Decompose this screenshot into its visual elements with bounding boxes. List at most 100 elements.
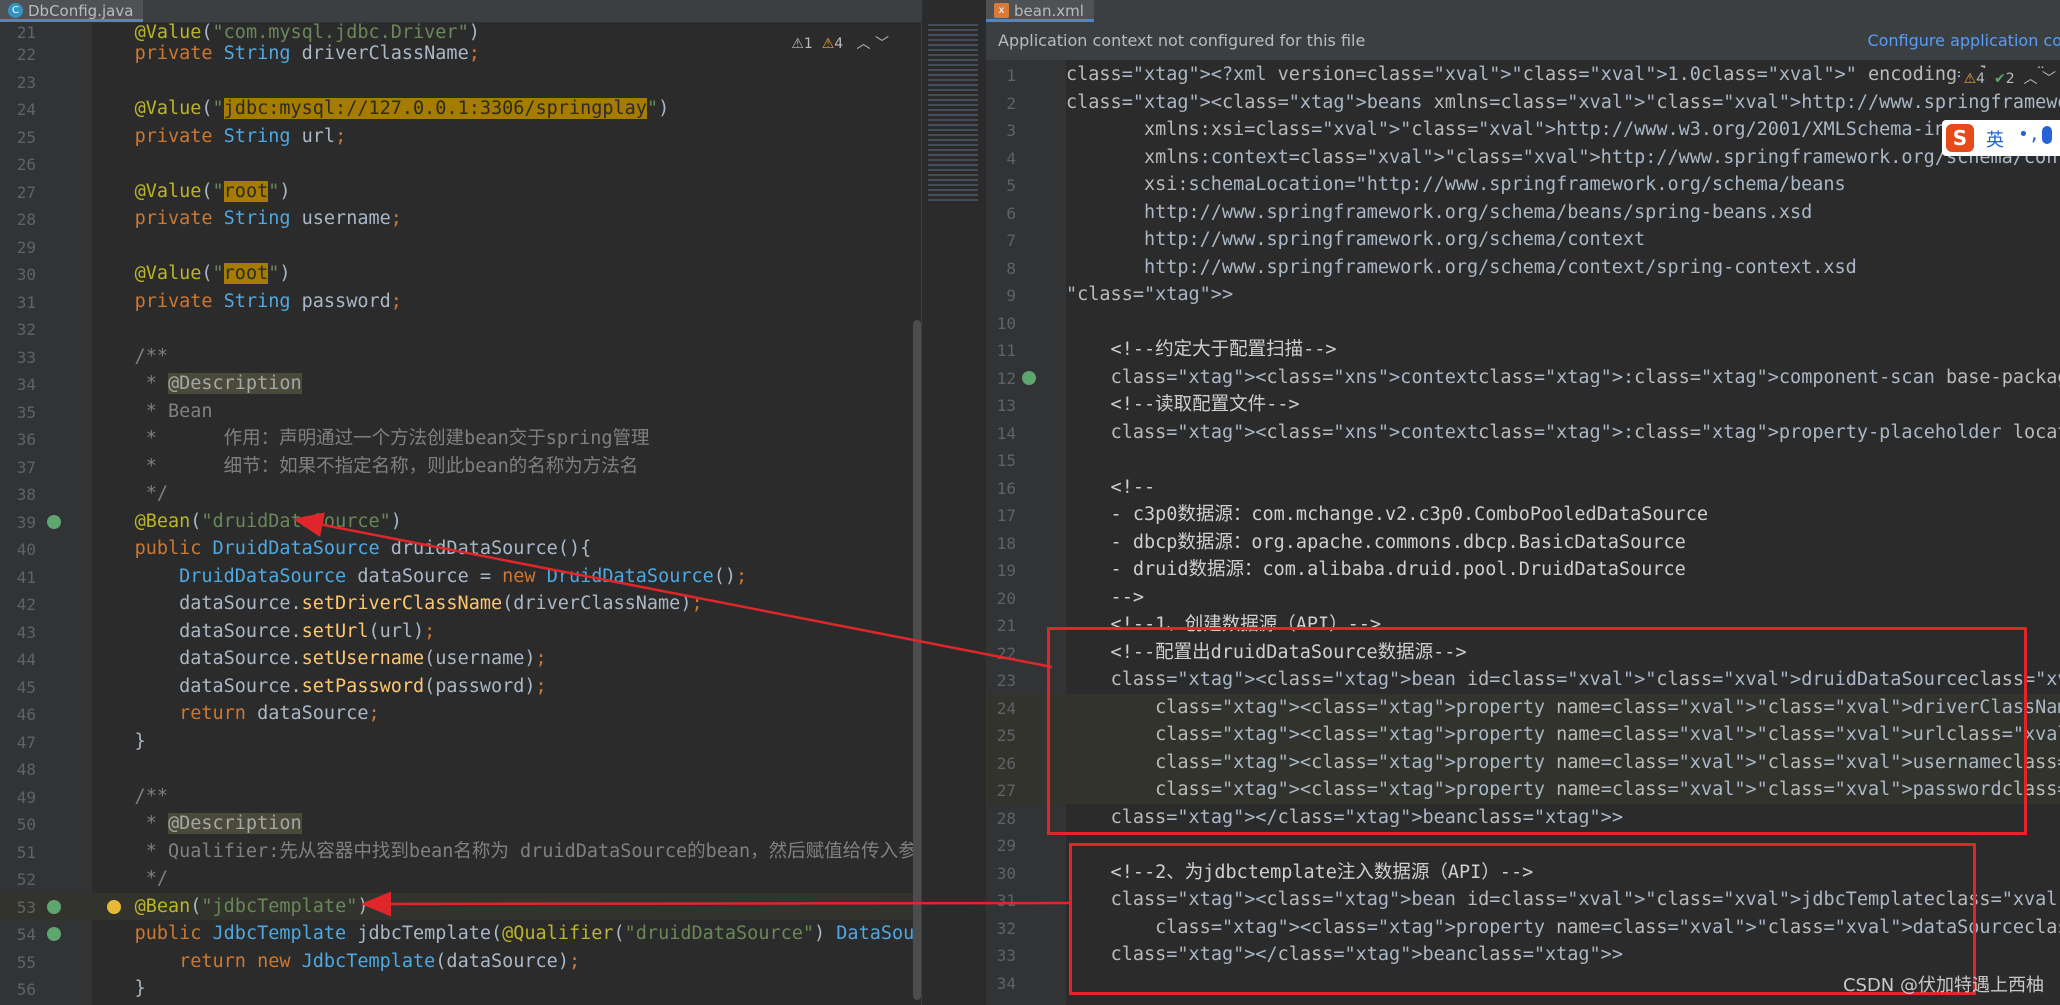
chevron-up-icon[interactable]: ︿ xyxy=(857,36,871,52)
right-tab-bar: x bean.xml xyxy=(986,0,2060,23)
code-line: class="xtag"><class="xtag">beans xmlns=c… xyxy=(1066,91,2060,113)
line-number: 2 xyxy=(1006,93,1016,113)
code-line: private String url; xyxy=(134,125,347,147)
code-line: --> xyxy=(1066,586,1144,608)
code-line: DruidDataSource dataSource = new DruidDa… xyxy=(179,565,748,587)
line-number: 31 xyxy=(16,292,36,312)
line-number: 13 xyxy=(996,396,1016,415)
code-line: * Bean xyxy=(90,400,213,422)
line-number: 30 xyxy=(16,265,36,284)
inspection-widget[interactable]: ⚠4 ✔2 ︿ ﹀ xyxy=(1959,68,2060,88)
line-number: 10 xyxy=(996,313,1016,333)
line-number: 38 xyxy=(16,485,36,504)
bean-gutter-icon[interactable] xyxy=(47,899,61,914)
line-number: 22 xyxy=(16,45,36,64)
line-number: 39 xyxy=(16,512,36,532)
code-line: private String username; xyxy=(134,208,402,229)
code-line: dataSource.setUsername(username); xyxy=(90,648,547,669)
tab-bean-xml[interactable]: x bean.xml xyxy=(986,0,1094,22)
code-line: dataSource.setUrl(url); xyxy=(90,620,436,642)
line-number: 20 xyxy=(996,588,1016,608)
inspection-widget[interactable]: ⚠1 ⚠4 ︿ ﹀ xyxy=(791,33,889,53)
line-number: 28 xyxy=(16,210,36,229)
line-number: 22 xyxy=(996,643,1016,663)
line-number: 37 xyxy=(16,457,36,477)
line-number: 29 xyxy=(16,237,36,257)
line-number: 24 xyxy=(16,100,36,119)
weak-warning-icon: ⚠ xyxy=(821,36,835,52)
line-number: 27 xyxy=(16,182,36,202)
line-number: 42 xyxy=(16,595,36,614)
code-line: * 作用：声明通过一个方法创建bean交于spring管理 xyxy=(90,428,650,449)
line-number: 40 xyxy=(16,540,36,559)
line-number: 19 xyxy=(996,561,1016,580)
line-number: 26 xyxy=(16,155,36,174)
chevron-up-icon[interactable]: ︿ xyxy=(2024,71,2038,87)
code-line: http://www.springframework.org/schema/co… xyxy=(1066,229,1646,250)
line-number: 31 xyxy=(996,891,1016,910)
code-line: /** xyxy=(90,785,168,807)
code-line: * Qualifier:先从容器中找到bean名称为 druidDataSour… xyxy=(90,840,921,862)
code-line: xmlns:xsi=class="xval">"class="xval">htt… xyxy=(1143,119,2060,140)
line-number: 54 xyxy=(16,925,36,944)
xml-editor-pane[interactable]: x bean.xml Application context not confi… xyxy=(986,0,2060,1005)
code-line: <!-- xyxy=(1066,476,1156,498)
code-line: } xyxy=(90,730,146,752)
line-number: 33 xyxy=(16,347,36,367)
line-number: 45 xyxy=(16,677,36,697)
code-line: return dataSource; xyxy=(179,703,380,724)
druid-bean-highlight-box xyxy=(1047,627,2027,835)
code-line: "class="xtag">> xyxy=(1066,284,1234,305)
chevron-down-icon[interactable]: ﹀ xyxy=(2042,71,2056,87)
java-editor-pane[interactable]: C DbConfig.java @Value("com.mysql.jdbc.D… xyxy=(0,0,921,1005)
line-number: 23 xyxy=(996,671,1016,690)
tab-label: DbConfig.java xyxy=(28,2,134,20)
line-number: 29 xyxy=(996,836,1016,855)
line-number: 46 xyxy=(16,705,36,724)
line-number: 5 xyxy=(1006,176,1016,195)
code-line: /** xyxy=(90,345,168,367)
line-number: 11 xyxy=(996,341,1016,360)
line-number: 32 xyxy=(996,918,1016,938)
xml-file-icon: x xyxy=(994,3,1009,18)
punctuation-icon: •, xyxy=(2018,124,2040,145)
code-line: private String password; xyxy=(134,290,402,312)
java-code-area[interactable]: @Value("com.mysql.jdbc.Driver") 21 22 priv… xyxy=(0,22,921,1005)
configure-context-link[interactable]: Configure application co xyxy=(1867,22,2060,60)
code-line: dataSource.setPassword(password); xyxy=(90,675,547,697)
watermark: CSDN @伏加特遇上西柚 xyxy=(1842,975,2044,996)
line-number: 18 xyxy=(996,533,1016,553)
code-line: - dbcp数据源：org.apache.commons.dbcp.BasicD… xyxy=(1066,531,1686,553)
left-scrollbar[interactable] xyxy=(913,320,921,1000)
bean-gutter-icon[interactable] xyxy=(47,927,61,941)
code-line: */ xyxy=(90,483,168,504)
search-bean-gutter-icon[interactable] xyxy=(1022,370,1036,385)
code-line: dataSource.setDriverClassName(driverClas… xyxy=(90,593,703,614)
lightbulb-icon[interactable] xyxy=(107,899,121,914)
line-number: 7 xyxy=(1006,231,1016,250)
line-number: 50 xyxy=(16,815,36,834)
checkmark-icon: ✔ xyxy=(1993,71,2006,87)
line-number: 34 xyxy=(16,375,36,394)
line-number: 3 xyxy=(1006,121,1016,140)
line-number: 14 xyxy=(996,423,1016,443)
line-number: 34 xyxy=(996,973,1016,993)
line-number: 51 xyxy=(16,842,36,862)
jdbctemplate-bean-highlight-box xyxy=(1069,843,1976,995)
minimap[interactable] xyxy=(921,0,987,1005)
java-class-icon: C xyxy=(8,3,23,18)
line-number: 43 xyxy=(16,622,36,642)
code-line: xmlns:context=class="xval">"class="xval"… xyxy=(1143,146,2060,168)
line-number: 6 xyxy=(1006,203,1016,223)
ime-toolbar[interactable]: S 英 •, xyxy=(1942,120,2060,156)
code-line: @Bean("jdbcTemplate") xyxy=(134,895,369,917)
line-number: 17 xyxy=(996,506,1016,525)
code-line: class="xtag"><class="xns">contextclass="… xyxy=(1110,421,2060,443)
microphone-icon xyxy=(2042,126,2052,144)
line-number: 55 xyxy=(16,952,36,972)
ime-language-label: 英 xyxy=(1986,130,2004,151)
bean-gutter-icon[interactable] xyxy=(47,514,61,529)
tab-label: bean.xml xyxy=(1014,2,1084,20)
chevron-down-icon[interactable]: ﹀ xyxy=(875,36,889,52)
minimap-lines xyxy=(928,24,978,204)
